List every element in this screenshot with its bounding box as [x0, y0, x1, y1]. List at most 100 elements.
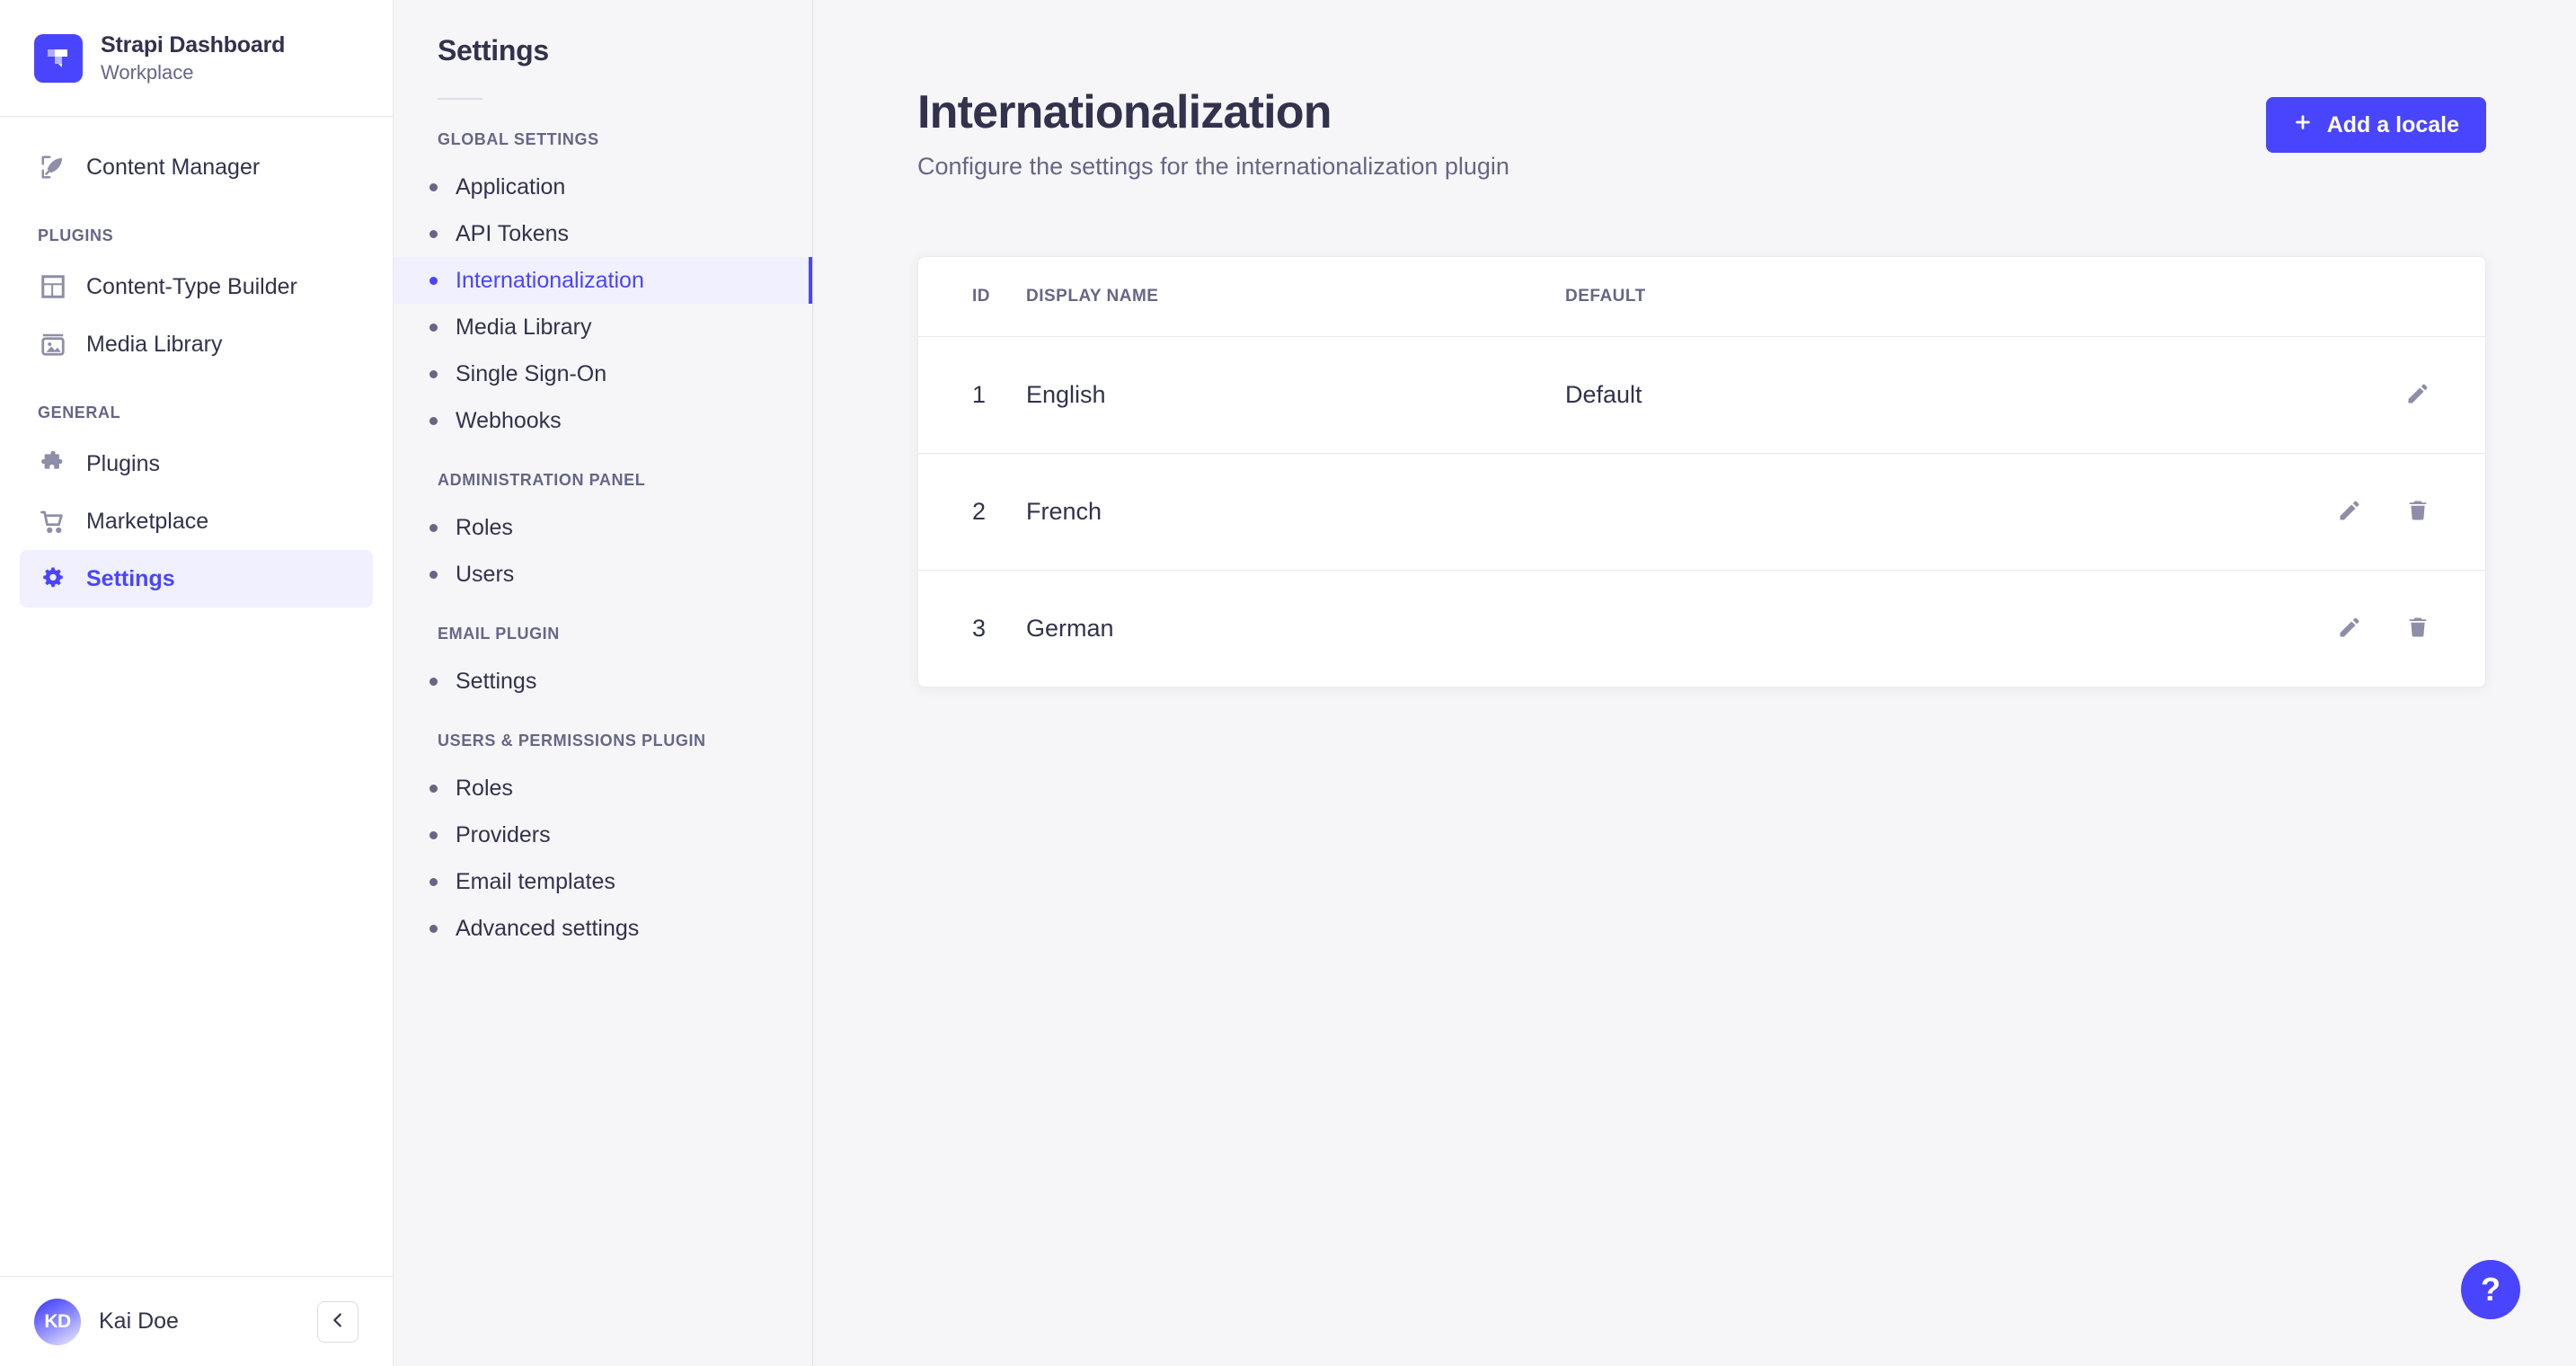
collapse-sidebar-button[interactable]: [317, 1300, 359, 1343]
gear-icon: [38, 563, 68, 594]
table-body: 1 English Default 2 French 3 German: [918, 336, 2485, 687]
cell-default: [1565, 453, 2122, 571]
cell-actions: [2122, 336, 2485, 454]
pencil-icon: [2337, 615, 2362, 643]
avatar[interactable]: KD: [34, 1298, 81, 1345]
sidebar-item-label: Content-Type Builder: [86, 273, 297, 299]
edit-locale-button[interactable]: [2334, 614, 2365, 644]
subnav-item-up-roles[interactable]: Roles: [394, 765, 812, 812]
locales-table: ID DISPLAY NAME DEFAULT 1 English Defaul…: [918, 256, 2485, 687]
table-row[interactable]: 2 French: [918, 453, 2485, 571]
cell-display-name: German: [1026, 615, 1114, 643]
delete-locale-button[interactable]: [2403, 614, 2433, 644]
cell-id: 2: [918, 453, 1026, 571]
column-header-actions: [2122, 256, 2485, 337]
subnav-item-label: Media Library: [456, 314, 592, 340]
subnav-item-media-library[interactable]: Media Library: [394, 304, 812, 350]
subnav-item-admin-users[interactable]: Users: [394, 551, 812, 598]
bullet-icon: [429, 877, 438, 886]
cell-default: Default: [1565, 336, 2122, 454]
bullet-icon: [429, 924, 438, 933]
subnav-title: Settings: [438, 34, 549, 67]
table-row[interactable]: 3 German: [918, 570, 2485, 687]
sidebar-item-marketplace[interactable]: Marketplace: [20, 492, 373, 550]
edit-locale-button[interactable]: [2403, 379, 2433, 410]
bullet-icon: [429, 229, 438, 238]
subnav-item-internationalization[interactable]: Internationalization: [394, 257, 812, 304]
column-header-display-name: DISPLAY NAME: [1026, 256, 1565, 337]
subnav-item-label: Users: [456, 561, 515, 587]
cell-actions: [2122, 570, 2485, 687]
subnav-item-webhooks[interactable]: Webhooks: [394, 397, 812, 444]
sidebar-user-footer: KD Kai Doe: [0, 1276, 393, 1366]
sidebar-nav: Content Manager PLUGINS Content-Type Bui…: [0, 117, 393, 1276]
bullet-icon: [429, 523, 438, 532]
row-actions: [2122, 496, 2433, 527]
bullet-icon: [429, 182, 438, 191]
bullet-icon: [429, 830, 438, 839]
cell-display-name: French: [1026, 453, 1565, 571]
column-header-default: DEFAULT: [1565, 256, 2122, 337]
edit-locale-button[interactable]: [2334, 496, 2365, 527]
subnav-item-label: Email templates: [456, 868, 615, 894]
subnav-section-users-permissions-plugin: USERS & PERMISSIONS PLUGIN Roles Provide…: [394, 732, 812, 952]
sidebar-item-label: Marketplace: [86, 508, 209, 534]
cell-id: 3: [972, 615, 987, 643]
page-title: Internationalization: [917, 86, 1332, 138]
subnav-section-global-settings: GLOBAL SETTINGS Application API Tokens I…: [394, 130, 812, 444]
brand-subtitle: Workplace: [101, 60, 194, 84]
subnav-section-label: EMAIL PLUGIN: [438, 625, 560, 643]
brand-title: Strapi Dashboard: [101, 31, 286, 58]
subnav-item-label: Application: [456, 173, 566, 200]
page-header: Internationalization Configure the setti…: [813, 0, 2576, 181]
sidebar-item-label: Plugins: [86, 450, 160, 476]
locales-card: ID DISPLAY NAME DEFAULT 1 English Defaul…: [917, 255, 2486, 688]
row-actions: [2122, 614, 2433, 644]
table-header-row: ID DISPLAY NAME DEFAULT: [918, 256, 2485, 337]
cell-id: 1: [918, 336, 1026, 454]
bullet-icon: [429, 369, 438, 378]
plus-icon: [2293, 112, 2313, 138]
bullet-icon: [429, 416, 438, 425]
subnav-item-email-settings[interactable]: Settings: [394, 658, 812, 705]
delete-locale-button[interactable]: [2403, 496, 2433, 527]
main-sidebar: Strapi Dashboard Workplace Content Manag…: [0, 0, 394, 1366]
sidebar-item-label: Media Library: [86, 331, 223, 357]
bullet-icon: [429, 570, 438, 579]
bullet-icon: [429, 276, 438, 285]
subnav-item-label: Webhooks: [456, 407, 562, 433]
subnav-item-up-email-templates[interactable]: Email templates: [394, 858, 812, 905]
subnav-section-administration-panel: ADMINISTRATION PANEL Roles Users: [394, 471, 812, 598]
sidebar-section-label-general: GENERAL: [38, 404, 121, 421]
subnav-item-label: Settings: [456, 668, 537, 694]
subnav-item-up-advanced-settings[interactable]: Advanced settings: [394, 905, 812, 952]
subnav-item-single-sign-on[interactable]: Single Sign-On: [394, 350, 812, 397]
subnav-item-application[interactable]: Application: [394, 164, 812, 210]
subnav-item-api-tokens[interactable]: API Tokens: [394, 210, 812, 257]
subnav-item-admin-roles[interactable]: Roles: [394, 504, 812, 551]
row-actions: [2122, 379, 2433, 410]
help-button[interactable]: ?: [2461, 1260, 2520, 1319]
sidebar-item-settings[interactable]: Settings: [20, 550, 373, 608]
subnav-item-up-providers[interactable]: Providers: [394, 812, 812, 858]
table-row[interactable]: 1 English Default: [918, 336, 2485, 454]
puzzle-icon: [38, 448, 68, 479]
sidebar-item-label: Settings: [86, 565, 175, 591]
main-content: Internationalization Configure the setti…: [813, 0, 2576, 1366]
layout-icon: [38, 271, 68, 302]
sidebar-item-label: Content Manager: [86, 154, 261, 180]
sidebar-item-content-manager[interactable]: Content Manager: [20, 138, 373, 196]
subnav-section-label: USERS & PERMISSIONS PLUGIN: [438, 732, 706, 750]
subnav-item-label: Roles: [456, 514, 513, 540]
add-locale-button[interactable]: Add a locale: [2265, 97, 2486, 153]
sidebar-item-plugins[interactable]: Plugins: [20, 435, 373, 492]
sidebar-brand-header[interactable]: Strapi Dashboard Workplace: [0, 0, 393, 117]
sidebar-item-media-library[interactable]: Media Library: [20, 315, 373, 373]
strapi-logo-icon: [34, 33, 83, 83]
subnav-section-email-plugin: EMAIL PLUGIN Settings: [394, 625, 812, 705]
column-header-id: ID: [918, 256, 1026, 337]
trash-icon: [2405, 615, 2430, 643]
cell-default: [1565, 570, 2122, 687]
sidebar-item-content-type-builder[interactable]: Content-Type Builder: [20, 258, 373, 315]
bullet-icon: [429, 323, 438, 332]
